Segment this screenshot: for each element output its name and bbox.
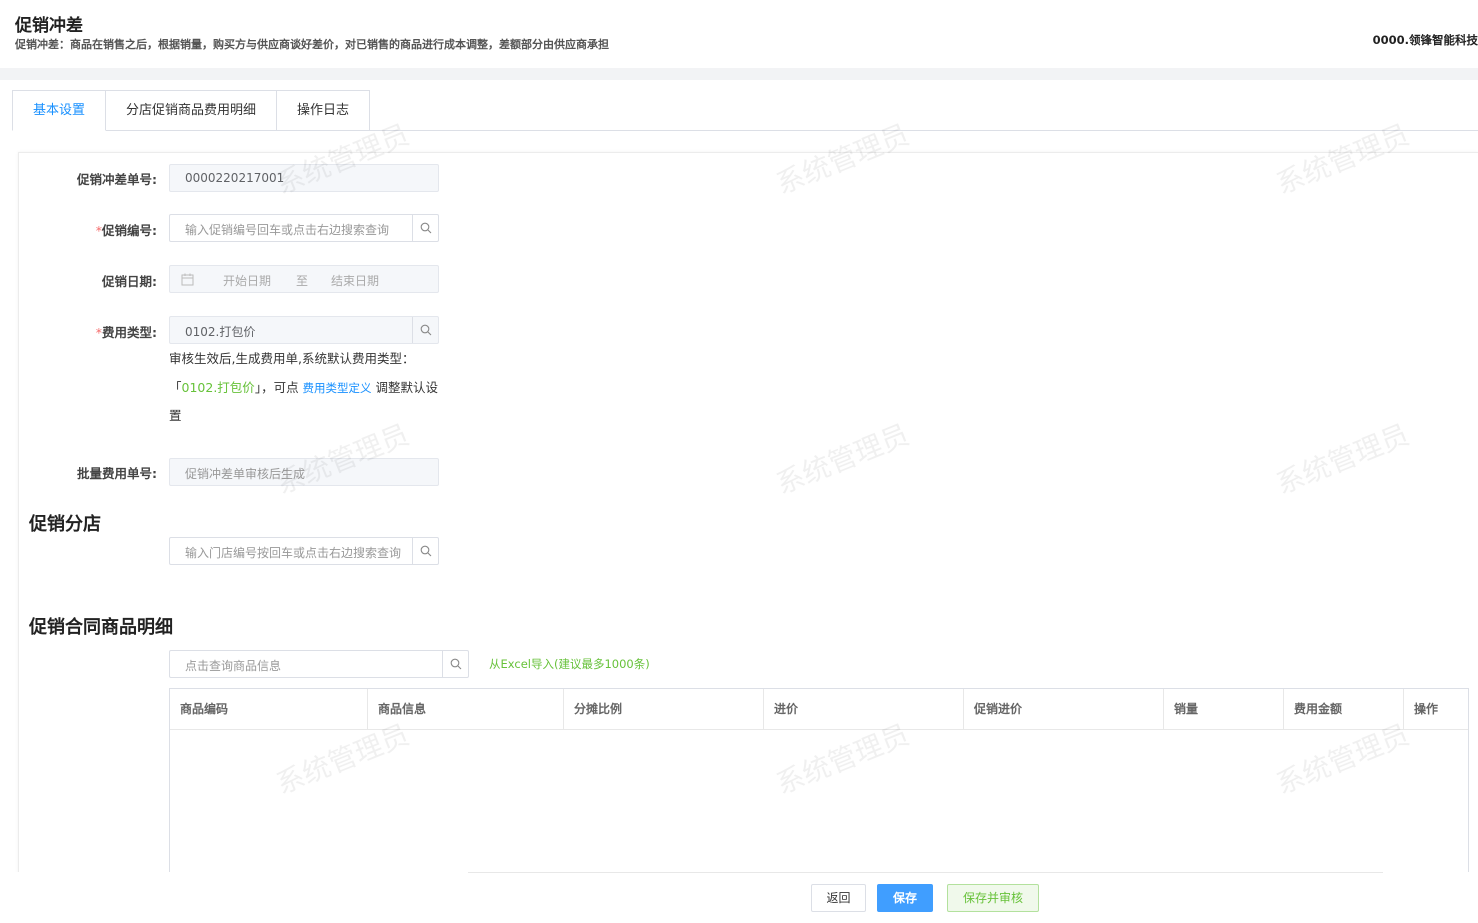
- goods-table-header: 商品编码 商品信息 分摊比例 进价 促销进价 销量 费用金额 操作: [170, 689, 1468, 730]
- order-no-field: 0000220217001: [169, 164, 439, 192]
- column-header-sales-qty[interactable]: 销量: [1164, 689, 1284, 729]
- fee-type-definition-link[interactable]: 费用类型定义: [303, 381, 372, 395]
- fee-type-hint: 审核生效后,生成费用单,系统默认费用类型：「0102.打包价」，可点 费用类型定…: [169, 351, 439, 423]
- fee-type-search-button[interactable]: [412, 317, 438, 343]
- promo-no-input[interactable]: 输入促销编号回车或点击右边搜索查询: [169, 214, 439, 242]
- header-divider: [0, 68, 1478, 80]
- promo-date-range: 开始日期 至 结束日期: [169, 265, 439, 293]
- fee-type-input[interactable]: 0102.打包价: [169, 316, 439, 344]
- batch-no-label: 批量费用单号:: [77, 466, 157, 481]
- column-header-promo-cost-price[interactable]: 促销进价: [964, 689, 1164, 729]
- date-end-placeholder: 结束日期: [331, 274, 380, 288]
- goods-table: 商品编码 商品信息 分摊比例 进价 促销进价 销量 费用金额 操作: [169, 688, 1469, 888]
- footer-bar: 返回 保存 保存并审核: [0, 872, 1478, 923]
- tab-bar: 基本设置 分店促销商品费用明细 操作日志: [12, 90, 371, 131]
- date-separator: 至: [296, 274, 309, 288]
- page-title: 促销冲差: [15, 16, 83, 36]
- goods-search-placeholder: 点击查询商品信息: [185, 659, 282, 673]
- column-header-goods-info[interactable]: 商品信息: [368, 689, 564, 729]
- promo-date-label: 促销日期:: [102, 274, 157, 289]
- column-header-goods-code[interactable]: 商品编码: [170, 689, 368, 729]
- tab-basic-settings[interactable]: 基本设置: [12, 90, 107, 131]
- fee-type-label: *费用类型:: [95, 325, 157, 340]
- promo-no-label: *促销编号:: [95, 223, 157, 238]
- page-description: 促销冲差：商品在销售之后，根据销量，购买方与供应商谈好差价，对已销售的商品进行成…: [15, 38, 609, 51]
- search-icon: [420, 324, 431, 336]
- order-no-value: 0000220217001: [185, 171, 285, 185]
- back-button[interactable]: 返回: [811, 884, 866, 912]
- column-header-fee-amount[interactable]: 费用金额: [1284, 689, 1404, 729]
- tab-store-fee-details[interactable]: 分店促销商品费用明细: [106, 90, 278, 131]
- search-icon: [420, 222, 431, 234]
- store-search-button[interactable]: [412, 538, 438, 564]
- store-search-input[interactable]: 输入门店编号按回车或点击右边搜索查询: [169, 537, 439, 565]
- store-section-title: 促销分店: [29, 514, 101, 535]
- order-no-label: 促销冲差单号:: [77, 172, 157, 187]
- column-header-share-ratio[interactable]: 分摊比例: [564, 689, 764, 729]
- calendar-icon: [181, 273, 194, 286]
- date-start-placeholder: 开始日期: [223, 274, 272, 288]
- fee-type-value: 0102.打包价: [185, 325, 256, 339]
- promo-no-placeholder: 输入促销编号回车或点击右边搜索查询: [185, 223, 390, 237]
- search-icon: [420, 545, 431, 557]
- tab-operation-log[interactable]: 操作日志: [277, 90, 371, 131]
- company-name[interactable]: 0000.领锋智能科技: [1373, 32, 1478, 48]
- goods-search-input[interactable]: 点击查询商品信息: [169, 650, 469, 678]
- footer-divider: [468, 872, 1383, 873]
- excel-import-link[interactable]: 从Excel导入(建议最多1000条): [489, 656, 650, 672]
- promo-no-search-button[interactable]: [412, 215, 438, 241]
- batch-no-placeholder: 促销冲差单审核后生成: [185, 467, 306, 481]
- goods-search-button[interactable]: [442, 651, 468, 677]
- page-header: 促销冲差 促销冲差：商品在销售之后，根据销量，购买方与供应商谈好差价，对已销售的…: [0, 0, 1478, 68]
- store-search-placeholder: 输入门店编号按回车或点击右边搜索查询: [185, 546, 402, 560]
- column-header-cost-price[interactable]: 进价: [764, 689, 964, 729]
- save-button[interactable]: 保存: [877, 884, 933, 912]
- goods-section-title: 促销合同商品明细: [29, 617, 173, 638]
- fee-type-default: 0102.打包价: [181, 379, 255, 395]
- save-and-audit-button[interactable]: 保存并审核: [947, 884, 1039, 912]
- column-header-actions[interactable]: 操作: [1404, 689, 1468, 729]
- batch-no-field: 促销冲差单审核后生成: [169, 458, 439, 486]
- search-icon: [450, 658, 461, 670]
